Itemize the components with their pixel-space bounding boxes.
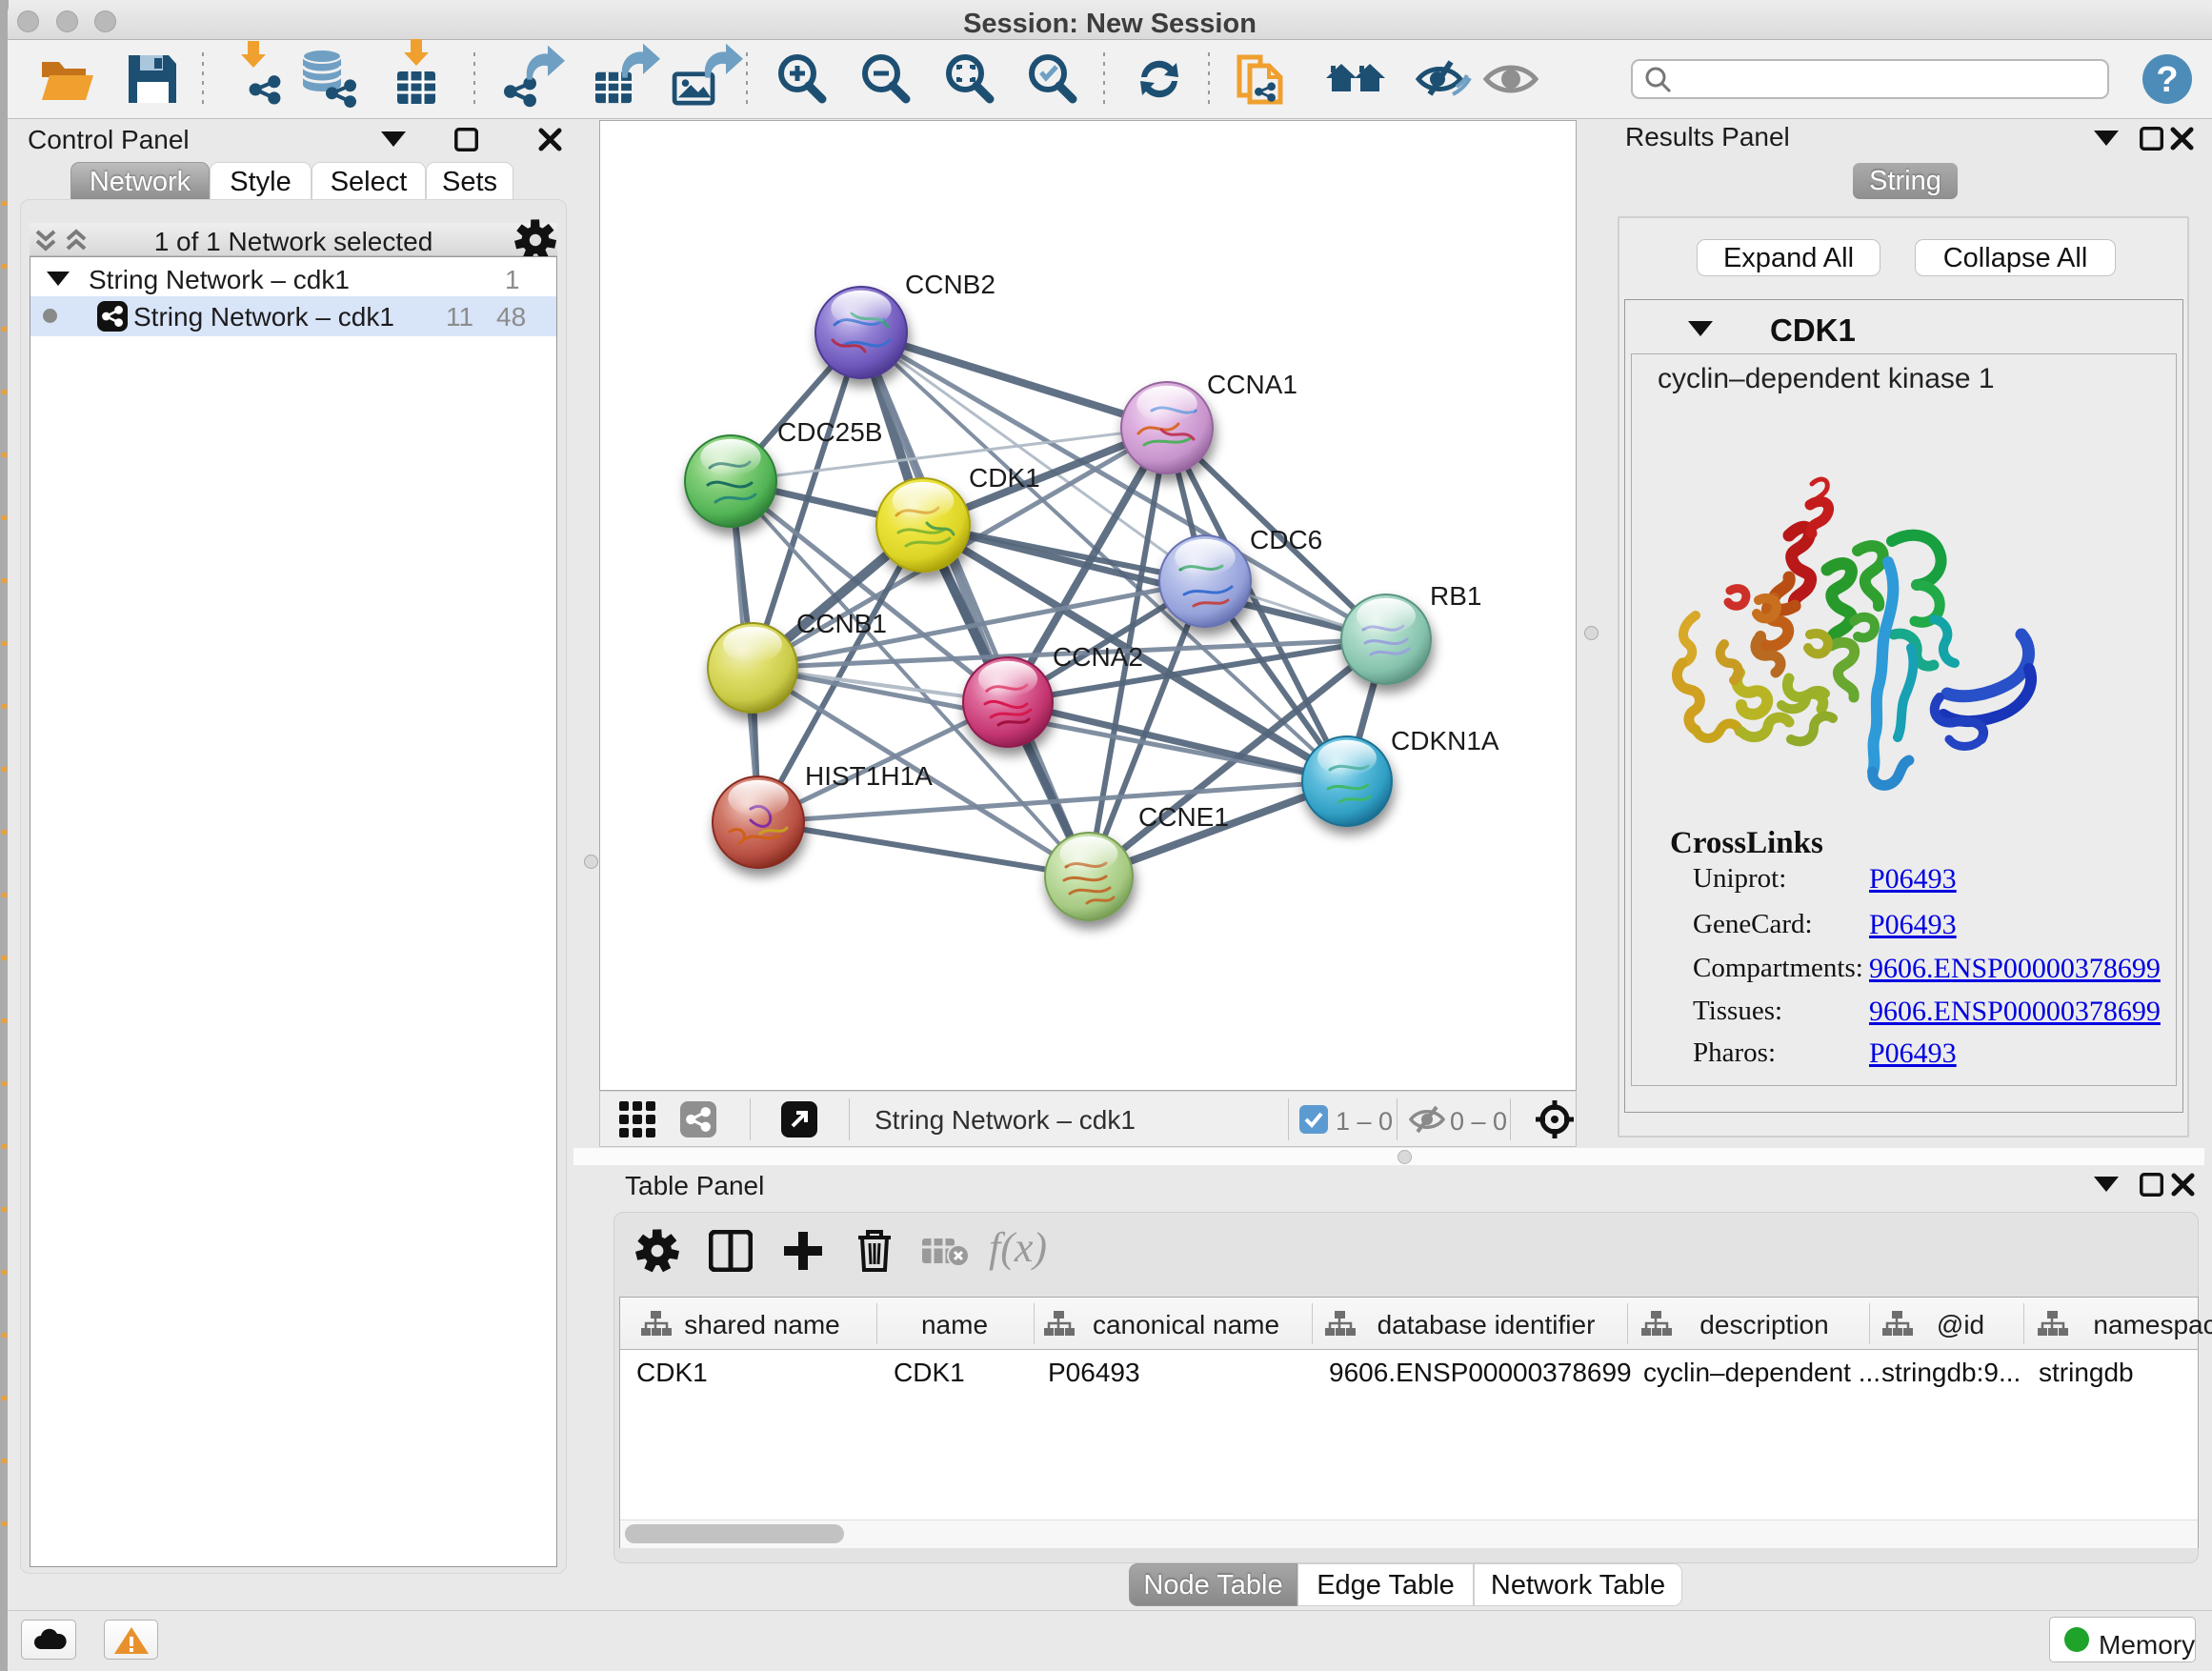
svg-text:CCNA1: CCNA1 (1207, 370, 1297, 399)
svg-text:?: ? (2156, 60, 2178, 100)
svg-text:CDC25B: CDC25B (777, 417, 882, 447)
svg-text:RB1: RB1 (1430, 581, 1481, 611)
svg-text:CDC6: CDC6 (1250, 525, 1322, 554)
svg-text:CDKN1A: CDKN1A (1391, 726, 1499, 755)
svg-text:HIST1H1A: HIST1H1A (805, 761, 933, 791)
svg-text:CCNB2: CCNB2 (905, 270, 995, 299)
svg-text:CCNA2: CCNA2 (1053, 642, 1143, 672)
svg-text:CCNB1: CCNB1 (796, 609, 887, 638)
svg-text:CDK1: CDK1 (969, 463, 1040, 493)
svg-text:CCNE1: CCNE1 (1138, 802, 1229, 832)
